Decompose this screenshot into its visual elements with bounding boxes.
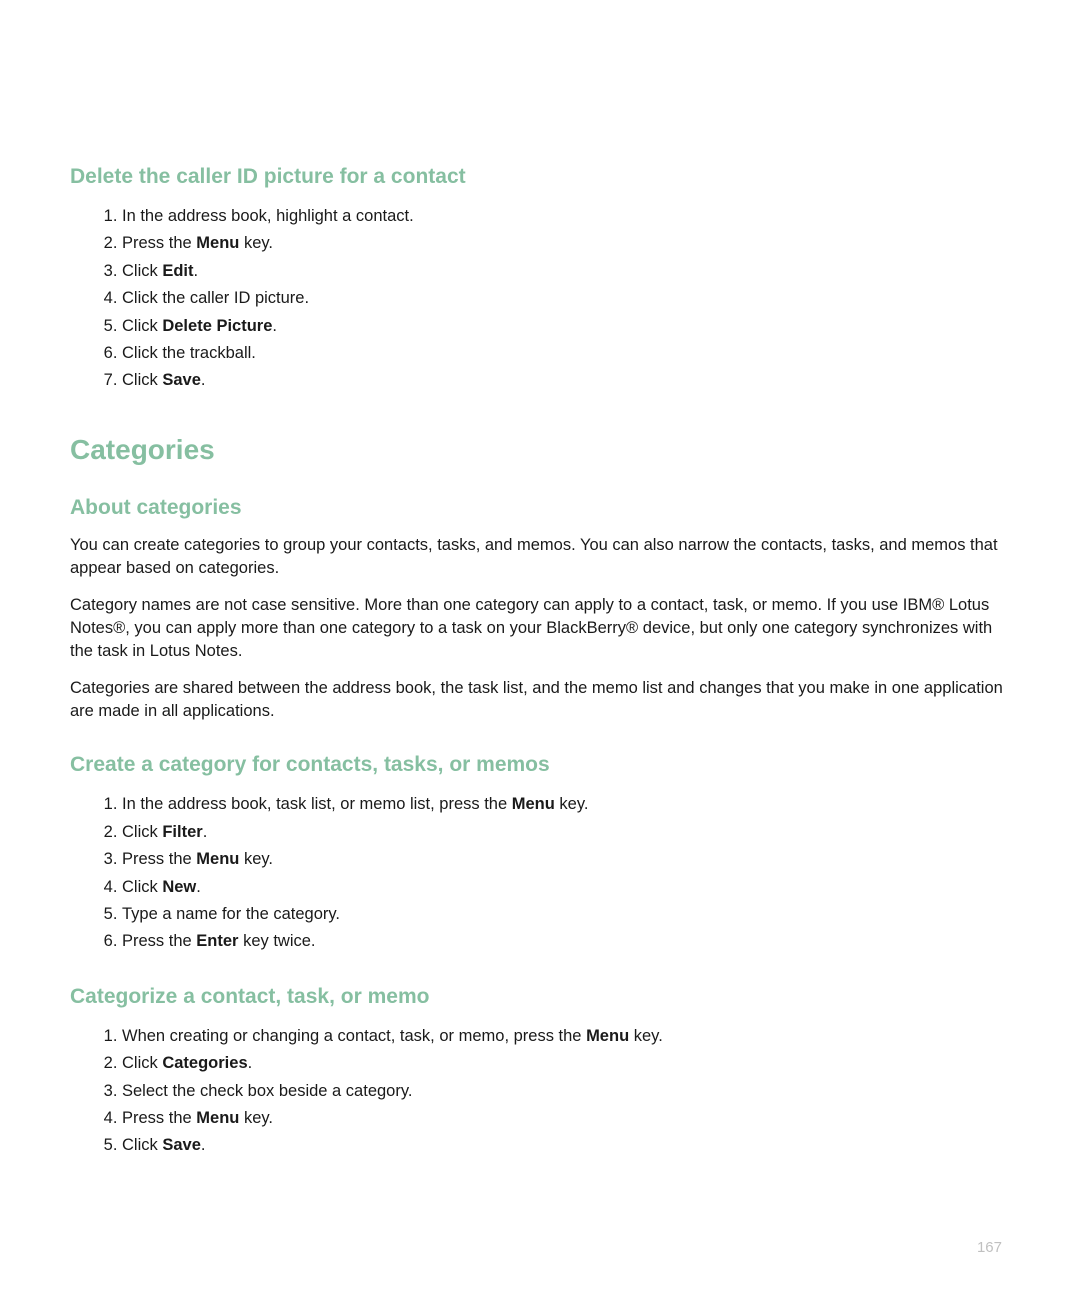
bold-term: Save bbox=[162, 1136, 201, 1154]
step-item: In the address book, task list, or memo … bbox=[122, 791, 1010, 817]
step-item: Click New. bbox=[122, 874, 1010, 900]
bold-term: Delete Picture bbox=[162, 317, 272, 335]
section: Delete the caller ID picture for a conta… bbox=[70, 165, 1010, 394]
step-item: Press the Menu key. bbox=[122, 230, 1010, 256]
step-list: In the address book, task list, or memo … bbox=[70, 791, 1010, 954]
bold-term: Categories bbox=[162, 1054, 247, 1072]
bold-term: Menu bbox=[196, 850, 239, 868]
section-heading: Categorize a contact, task, or memo bbox=[70, 985, 1010, 1009]
document-page: Delete the caller ID picture for a conta… bbox=[0, 0, 1080, 1296]
step-item: Type a name for the category. bbox=[122, 901, 1010, 927]
step-item: Press the Menu key. bbox=[122, 1105, 1010, 1131]
step-item: Click Edit. bbox=[122, 258, 1010, 284]
step-item: Press the Enter key twice. bbox=[122, 928, 1010, 954]
paragraph: Categories are shared between the addres… bbox=[70, 677, 1010, 723]
bold-term: Menu bbox=[586, 1027, 629, 1045]
bold-term: Menu bbox=[196, 1109, 239, 1127]
page-number: 167 bbox=[977, 1239, 1002, 1256]
step-item: Select the check box beside a category. bbox=[122, 1078, 1010, 1104]
section-heading: Create a category for contacts, tasks, o… bbox=[70, 753, 1010, 777]
page-content: Delete the caller ID picture for a conta… bbox=[70, 165, 1010, 1159]
step-item: Click the trackball. bbox=[122, 340, 1010, 366]
bold-term: New bbox=[162, 878, 196, 896]
section-heading-major: Categories bbox=[70, 434, 1010, 466]
step-list: In the address book, highlight a contact… bbox=[70, 203, 1010, 394]
bold-term: Edit bbox=[162, 262, 193, 280]
section: Categories bbox=[70, 434, 1010, 466]
step-item: Click Filter. bbox=[122, 819, 1010, 845]
paragraph: Category names are not case sensitive. M… bbox=[70, 594, 1010, 663]
step-item: Click Save. bbox=[122, 1132, 1010, 1158]
bold-term: Menu bbox=[512, 795, 555, 813]
paragraph: You can create categories to group your … bbox=[70, 534, 1010, 580]
step-item: In the address book, highlight a contact… bbox=[122, 203, 1010, 229]
step-item: Press the Menu key. bbox=[122, 846, 1010, 872]
section: About categories You can create categorie… bbox=[70, 496, 1010, 724]
step-item: When creating or changing a contact, tas… bbox=[122, 1023, 1010, 1049]
section-heading: About categories bbox=[70, 496, 1010, 520]
step-item: Click Delete Picture. bbox=[122, 313, 1010, 339]
step-list: When creating or changing a contact, tas… bbox=[70, 1023, 1010, 1159]
bold-term: Save bbox=[162, 371, 201, 389]
section: Create a category for contacts, tasks, o… bbox=[70, 753, 1010, 954]
step-item: Click Save. bbox=[122, 367, 1010, 393]
bold-term: Enter bbox=[196, 932, 238, 950]
section: Categorize a contact, task, or memo When … bbox=[70, 985, 1010, 1159]
step-item: Click the caller ID picture. bbox=[122, 285, 1010, 311]
section-heading: Delete the caller ID picture for a conta… bbox=[70, 165, 1010, 189]
bold-term: Menu bbox=[196, 234, 239, 252]
step-item: Click Categories. bbox=[122, 1050, 1010, 1076]
bold-term: Filter bbox=[162, 823, 202, 841]
